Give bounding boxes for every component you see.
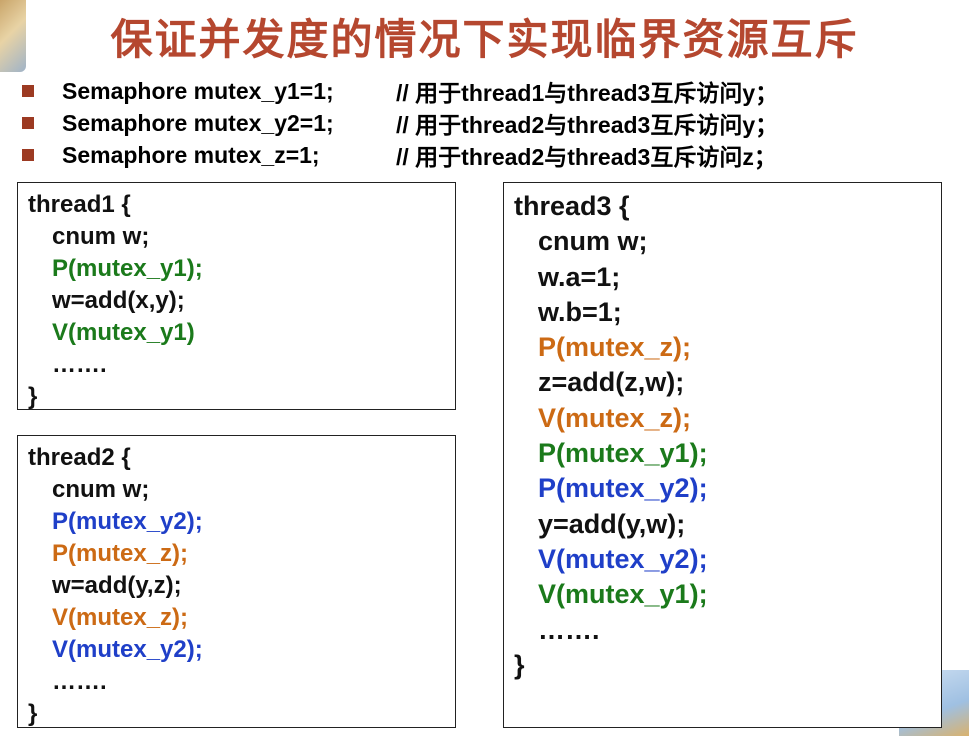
thread3-code-box: thread3 { cnum w; w.a=1; w.b=1; P(mutex_… [503,182,942,728]
code-line: V(mutex_z); [52,604,189,631]
declaration-comment: // 用于thread2与thread3互斥访问z； [396,144,777,170]
declaration-comment: // 用于thread2与thread3互斥访问y； [396,112,779,138]
code-line: y=add(y,w); [538,508,686,539]
code-line: cnum w; [52,223,150,250]
code-line: ……. [52,668,107,695]
code-line: V(mutex_y1) [52,319,195,346]
code-line: ……. [538,614,600,645]
declaration-item: Semaphore mutex_y2=1; // 用于thread2与threa… [18,107,778,139]
code-line: P(mutex_y1); [538,438,708,469]
code-line: cnum w; [52,476,150,503]
code-line: } [28,383,38,410]
code-line: w=add(x,y); [52,287,185,314]
declaration-code: Semaphore mutex_y2=1; [62,109,334,136]
declaration-code: Semaphore mutex_z=1; [62,141,320,168]
code-line: P(mutex_z); [538,332,692,363]
code-line: w.a=1; [538,261,621,292]
code-line: } [28,700,38,727]
code-line: P(mutex_y1); [52,255,203,282]
code-line: P(mutex_z); [52,540,189,567]
declaration-list: Semaphore mutex_y1=1; // 用于thread1与threa… [18,75,778,171]
code-line: w=add(y,z); [52,572,182,599]
code-line: cnum w; [538,226,648,257]
declaration-item: Semaphore mutex_y1=1; // 用于thread1与threa… [18,75,778,107]
bullet-square-icon [22,117,34,129]
thread1-code-box: thread1 { cnum w; P(mutex_y1); w=add(x,y… [17,182,456,410]
code-line: V(mutex_y2); [52,636,203,663]
code-line: V(mutex_y1); [538,579,708,610]
code-line: V(mutex_z); [538,402,692,433]
code-line: V(mutex_y2); [538,543,708,574]
code-line: } [514,649,525,680]
code-line: thread3 { [514,191,630,221]
bullet-square-icon [22,85,34,97]
slide-title: 保证并发度的情况下实现临界资源互斥 [110,15,859,64]
declaration-code: Semaphore mutex_y1=1; [62,77,334,104]
bullet-square-icon [22,149,34,161]
code-line: P(mutex_y2); [538,473,708,504]
code-line: P(mutex_y2); [52,508,203,535]
code-line: ……. [52,351,107,378]
code-line: z=add(z,w); [538,367,685,398]
code-line: thread1 { [28,191,131,218]
code-line: w.b=1; [538,296,622,327]
thread2-code-box: thread2 { cnum w; P(mutex_y2); P(mutex_z… [17,435,456,728]
declaration-item: Semaphore mutex_z=1; // 用于thread2与thread… [18,139,778,171]
code-line: thread2 { [28,444,131,471]
declaration-comment: // 用于thread1与thread3互斥访问y； [396,80,779,106]
